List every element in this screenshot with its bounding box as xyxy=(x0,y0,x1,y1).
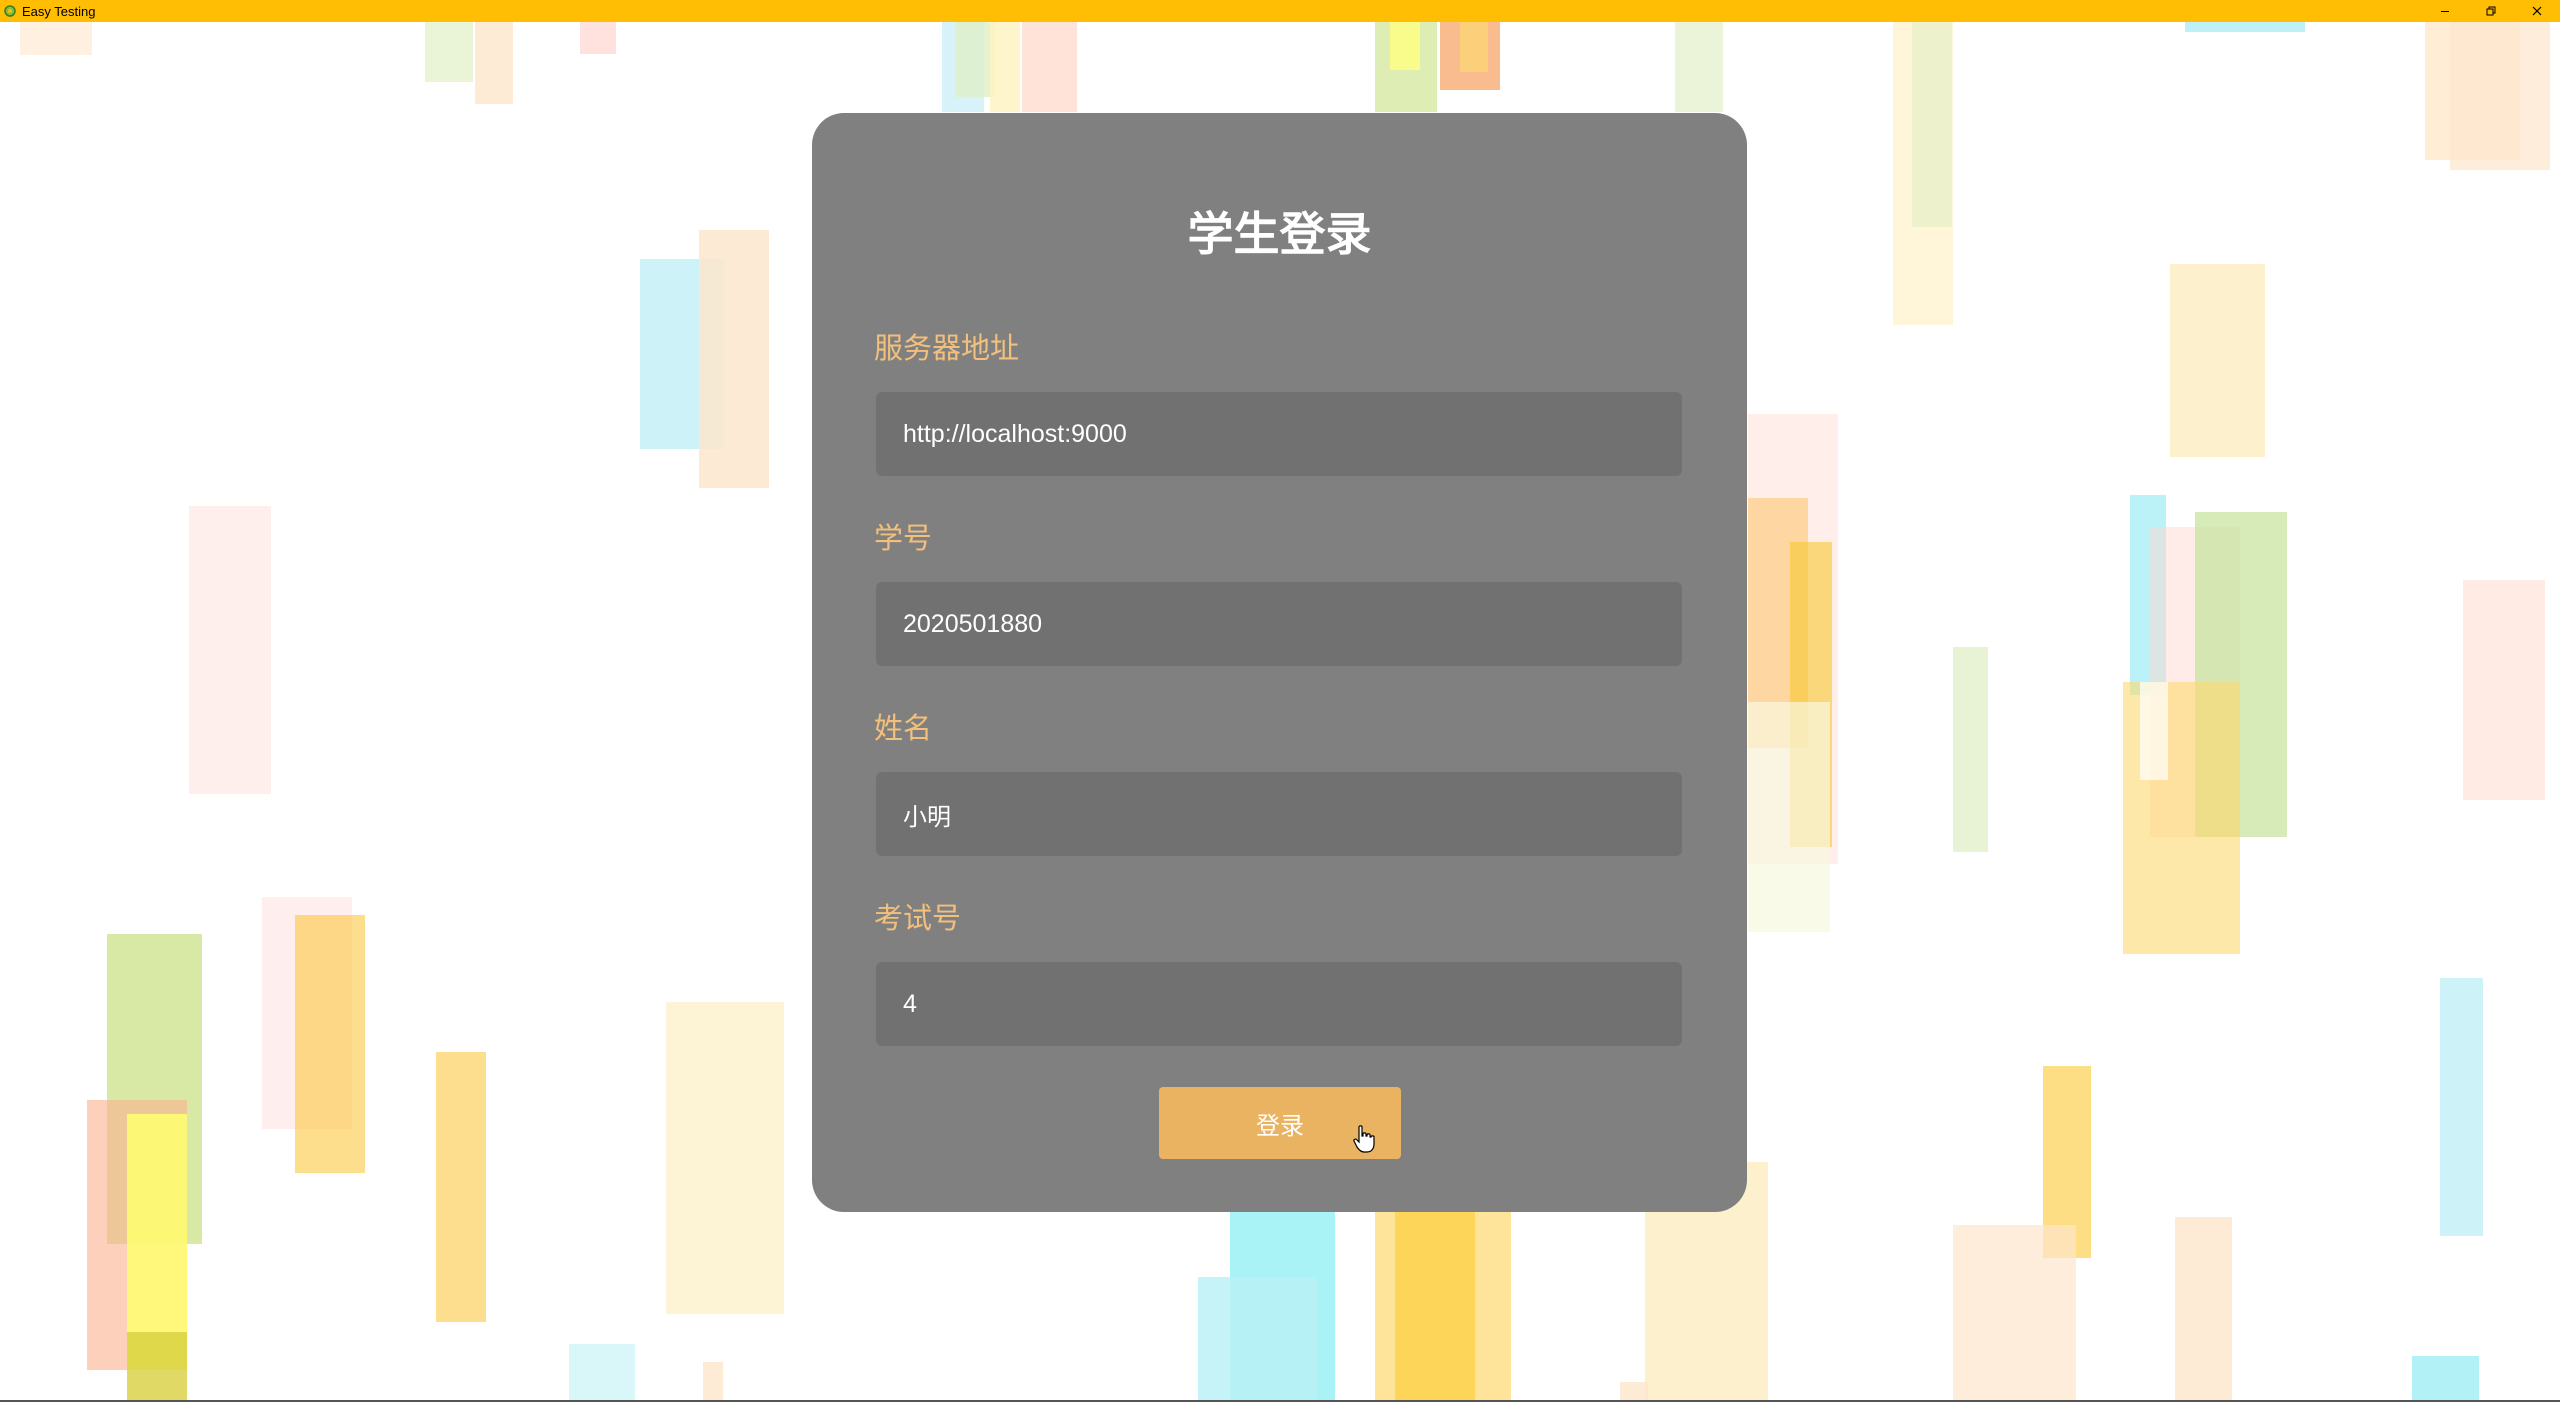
minimize-icon xyxy=(2441,11,2449,12)
window-controls xyxy=(2422,0,2560,22)
bg-shape xyxy=(189,506,271,794)
server-address-label: 服务器地址 xyxy=(874,331,1020,365)
bg-shape xyxy=(1022,22,1077,112)
minimize-button[interactable] xyxy=(2422,0,2468,22)
bg-shape xyxy=(1460,22,1488,72)
bg-shape xyxy=(2463,580,2545,800)
bg-shape xyxy=(2140,682,2168,780)
bg-shape xyxy=(2175,1217,2232,1400)
bg-shape xyxy=(569,1344,635,1400)
bg-shape xyxy=(2170,264,2265,457)
student-id-label: 学号 xyxy=(874,521,933,555)
bg-shape xyxy=(20,22,92,55)
bg-shape xyxy=(127,1332,187,1400)
bg-shape xyxy=(580,22,616,54)
bg-shape xyxy=(666,1002,784,1314)
close-button[interactable] xyxy=(2514,0,2560,22)
bg-shape xyxy=(990,22,1020,112)
gear-icon xyxy=(3,4,17,18)
bg-shape xyxy=(2412,1356,2479,1400)
exam-number-label: 考试号 xyxy=(874,901,962,935)
window-titlebar[interactable]: Easy Testing xyxy=(0,0,2560,22)
name-label: 姓名 xyxy=(874,711,933,745)
bg-shape xyxy=(436,1052,486,1322)
bg-shape xyxy=(475,22,513,104)
bg-shape xyxy=(1912,22,1952,227)
bg-shape xyxy=(1953,647,1988,852)
bg-shape xyxy=(703,1362,723,1400)
bg-shape xyxy=(699,230,769,488)
bg-shape xyxy=(425,22,473,82)
bg-shape xyxy=(2450,22,2550,170)
server-address-input[interactable] xyxy=(876,392,1682,476)
bg-shape xyxy=(1198,1277,1318,1400)
bg-shape xyxy=(1390,22,1420,70)
bg-shape xyxy=(1620,1382,1648,1400)
bg-shape xyxy=(1675,22,1723,112)
name-input[interactable] xyxy=(876,772,1682,856)
student-id-input[interactable] xyxy=(876,582,1682,666)
window-title: Easy Testing xyxy=(22,3,96,19)
bg-shape xyxy=(1395,1212,1475,1400)
close-icon xyxy=(2532,6,2542,16)
restore-icon xyxy=(2486,6,2496,16)
page-title: 学生登录 xyxy=(1187,207,1372,261)
bg-shape xyxy=(2185,22,2305,32)
student-login-card: 学生登录 服务器地址 学号 姓名 考试号 登录 xyxy=(812,113,1747,1212)
bg-shape xyxy=(1953,1225,2076,1400)
bg-shape xyxy=(295,915,365,1173)
bg-shape xyxy=(955,22,995,97)
bg-shape xyxy=(1748,702,1830,932)
bg-shape xyxy=(2440,978,2483,1236)
restore-button[interactable] xyxy=(2468,0,2514,22)
hand-cursor-icon xyxy=(1353,1125,1375,1153)
exam-number-input[interactable] xyxy=(876,962,1682,1046)
